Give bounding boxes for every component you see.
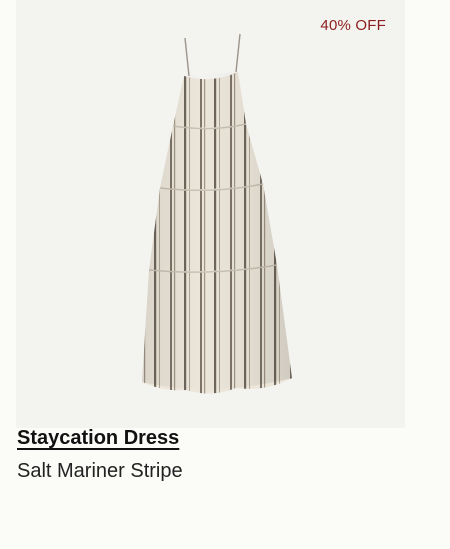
- product-image: [142, 33, 292, 394]
- product-variant: Salt Mariner Stripe: [17, 460, 183, 482]
- product-name-link[interactable]: Staycation Dress: [17, 427, 179, 450]
- product-image-link[interactable]: 40% OFF: [16, 0, 405, 428]
- product-card[interactable]: 40% OFF Staycation Dress Salt Mariner St…: [0, 0, 450, 549]
